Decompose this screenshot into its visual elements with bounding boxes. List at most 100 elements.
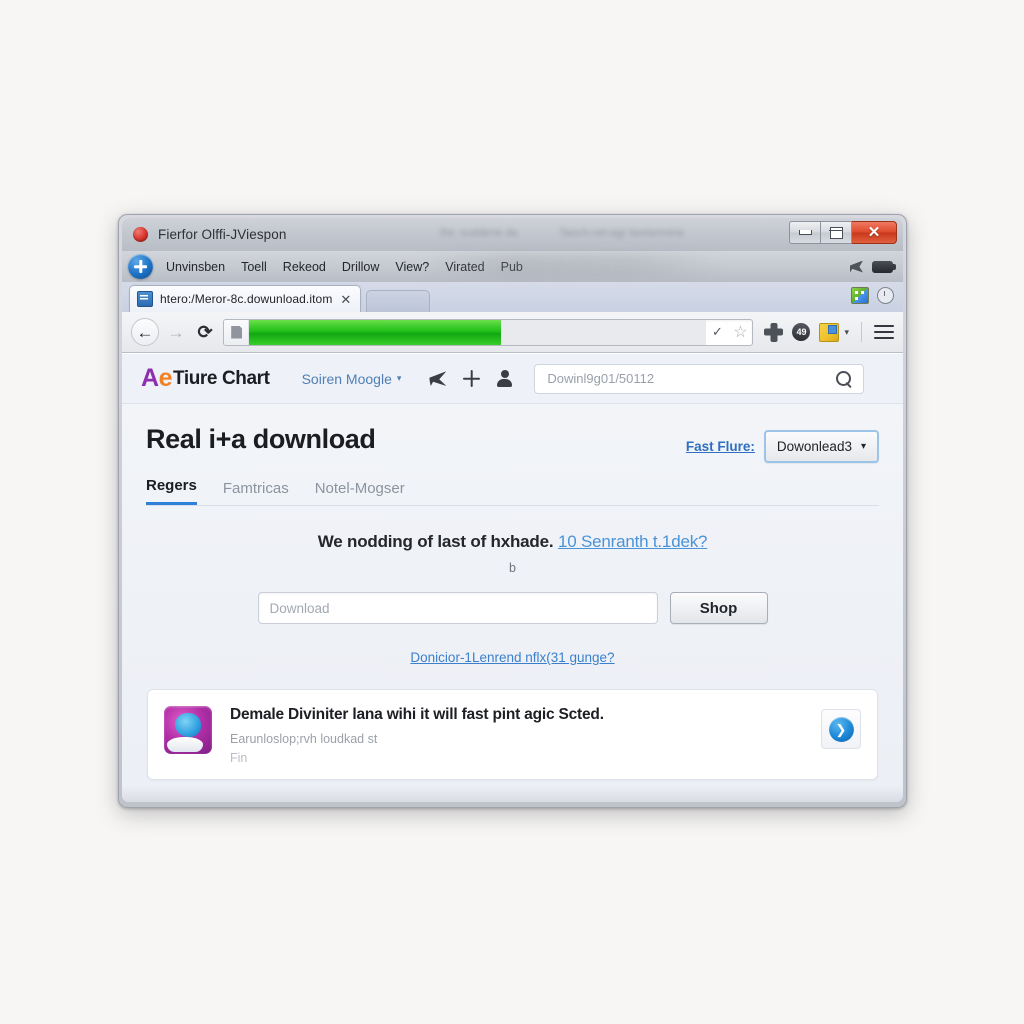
pin-icon[interactable] (850, 260, 863, 273)
battery-icon[interactable] (872, 260, 896, 273)
hamburger-line (874, 336, 894, 340)
menu-bar: Unvinsben Toell Rekeod Drillow View? Vir… (122, 251, 903, 282)
download-version-dropdown[interactable]: Dowonlead3 ▾ (763, 430, 879, 463)
browser-window-inner: Fierfor Olffi-JViespon Re: suddene da Ta… (122, 218, 903, 802)
hamburger-line (874, 324, 894, 328)
minimize-icon (798, 230, 812, 235)
hero-heading: We nodding of last of hxhade. 10 Senrant… (146, 532, 879, 552)
page-load-progress-fill (249, 319, 501, 345)
send-plane-icon[interactable] (429, 371, 447, 386)
tab-close-icon[interactable]: ✕ (339, 293, 352, 306)
tab-regers[interactable]: Regers (146, 477, 197, 505)
mid-link-row: Donicior-1Lenrend nflx(31 gunge? (146, 649, 879, 667)
navigation-toolbar: ← → ⟳ ✓ ☆ 49 ▾ (122, 312, 903, 353)
firefox-globe-icon (164, 706, 212, 754)
extensions-grid-icon[interactable] (851, 287, 869, 304)
chevron-down-icon: ▾ (396, 373, 402, 383)
close-button[interactable]: ✕ (852, 221, 897, 244)
menu-item-toell[interactable]: Toell (240, 258, 268, 276)
page-title-actions: Fast Flure: Dowonlead3 ▾ (686, 430, 879, 463)
logo-text: Tiure Chart (172, 367, 270, 389)
window-title: Fierfor Olffi-JViespon (158, 227, 287, 242)
shop-button[interactable]: Shop (669, 592, 768, 624)
hero-subtext: b (509, 561, 516, 575)
tab-famtricas[interactable]: Famtricas (223, 480, 289, 505)
tab-notel-mogser[interactable]: Notel-Mogser (315, 480, 405, 505)
tab-title: htero:/Meror-8c.dowunload.itom (160, 292, 333, 306)
browser-tab-inactive[interactable] (366, 290, 431, 312)
extension-caret-icon[interactable]: ▾ (844, 327, 849, 338)
page-body: Real i+a download Fast Flure: Dowonlead3… (122, 404, 903, 780)
hero-link[interactable]: 10 Senranth t.1dek? (558, 532, 708, 551)
tab-favicon-icon (137, 291, 153, 307)
forward-button[interactable]: → (165, 324, 187, 341)
content-tabs: Regers Famtricas Notel-Mogser (146, 477, 879, 506)
site-search-box[interactable] (534, 363, 865, 394)
menu-items: Unvinsben Toell Rekeod Drillow View? Vir… (165, 258, 524, 276)
title-ghost-text-1: Re: suddene da (440, 227, 518, 239)
maximize-button[interactable] (821, 221, 852, 244)
tab-strip: htero:/Meror-8c.dowunload.itom ✕ (122, 282, 903, 312)
browser-tab-active[interactable]: htero:/Meror-8c.dowunload.itom ✕ (129, 285, 362, 312)
move-cross-icon[interactable] (764, 323, 783, 342)
firefox-menu-button[interactable] (128, 254, 153, 279)
minimize-button[interactable] (789, 221, 821, 244)
hamburger-line (874, 330, 894, 334)
card-go-button[interactable]: ❯ (821, 709, 861, 749)
search-input[interactable] (545, 370, 836, 387)
history-clock-icon[interactable] (877, 287, 894, 304)
window-controls: ✕ (789, 221, 897, 244)
chevron-down-icon: ▾ (860, 441, 866, 452)
menu-item-view[interactable]: View? (394, 258, 430, 276)
title-bar: Fierfor Olffi-JViespon Re: suddene da Ta… (122, 218, 903, 251)
card-text-block: Demale Diviniter lana wihi it will fast … (230, 706, 803, 765)
toolbar-extensions: 49 ▾ (764, 322, 894, 342)
card-subtitle: Earunloslop;rvh loudkad st (230, 732, 378, 746)
toolbar-divider (861, 322, 862, 342)
search-icon[interactable] (835, 370, 853, 388)
tab-strip-right-icons (851, 287, 894, 304)
close-icon: ✕ (867, 224, 881, 241)
extension-badge-icon[interactable]: 49 (792, 323, 811, 341)
maximize-icon (828, 226, 844, 239)
hero-heading-text: We nodding of last of hxhade. (317, 532, 554, 551)
hero-section: We nodding of last of hxhade. 10 Senrant… (146, 506, 879, 667)
logo-mark-e: e (158, 364, 173, 392)
title-ghost-text-2: Taoch-nel-agr bestermine (559, 227, 684, 239)
back-button[interactable]: ← (131, 318, 159, 346)
page-bottom-fade (122, 786, 903, 802)
card-title: Demale Diviniter lana wihi it will fast … (230, 706, 604, 723)
menu-item-unvinsben[interactable]: Unvinsben (165, 258, 226, 276)
fast-flure-link[interactable]: Fast Flure: (686, 439, 755, 454)
account-name: Soiren Moogle (301, 370, 392, 387)
downloads-extension-icon[interactable] (819, 322, 840, 342)
bookmark-star-icon[interactable]: ☆ (728, 322, 752, 342)
address-bar[interactable]: ✓ ☆ (223, 318, 754, 346)
donicior-link[interactable]: Donicior-1Lenrend nflx(31 gunge? (410, 650, 614, 665)
header-icon-group (429, 370, 513, 387)
page-content: A e Tiure Chart Soiren Moogle ▾ Dowinl9g… (122, 354, 903, 802)
page-title-row: Real i+a download Fast Flure: Dowonlead3… (146, 424, 879, 463)
add-plus-icon[interactable] (463, 370, 480, 387)
dropdown-value: Dowonlead3 (776, 439, 852, 454)
user-avatar-icon[interactable] (497, 370, 513, 387)
result-card[interactable]: Demale Diviniter lana wihi it will fast … (147, 689, 878, 780)
page-load-progress-track (249, 319, 707, 345)
go-check-icon[interactable]: ✓ (706, 324, 728, 340)
download-input[interactable] (257, 592, 658, 624)
site-logo[interactable]: A e Tiure Chart (141, 366, 270, 391)
arrow-right-icon: ❯ (828, 716, 854, 742)
menu-item-pub[interactable]: Pub (500, 258, 524, 276)
site-identity-icon[interactable] (224, 319, 249, 345)
menu-item-rekeod[interactable]: Rekeod (282, 258, 327, 276)
site-header: A e Tiure Chart Soiren Moogle ▾ (122, 354, 903, 404)
menu-item-virated[interactable]: Virated (444, 258, 485, 276)
card-subtitle-secondary: Fin (230, 751, 248, 765)
account-dropdown[interactable]: Soiren Moogle ▾ (302, 371, 402, 387)
reload-button[interactable]: ⟳ (193, 323, 217, 341)
page-icon (231, 325, 242, 339)
menu-item-drillow[interactable]: Drillow (341, 258, 381, 276)
menu-bar-right-icons (850, 251, 896, 282)
hamburger-menu-icon[interactable] (874, 324, 894, 340)
download-form: Shop (146, 592, 879, 624)
